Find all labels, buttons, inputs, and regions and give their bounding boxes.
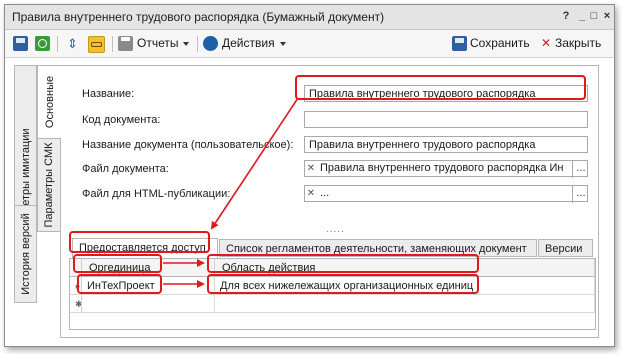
tab-label: Основные [43,75,56,129]
arrow-to-access-tab [210,97,299,230]
annotation-arrows [163,97,299,288]
tab-main[interactable]: Основные [37,65,61,139]
